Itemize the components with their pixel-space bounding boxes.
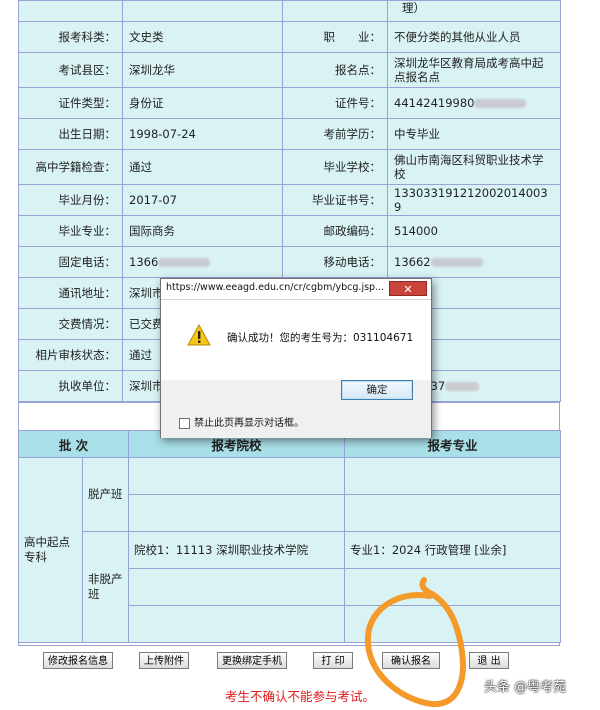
suppress-label: 禁止此页再显示对话框。 (194, 418, 304, 429)
suppress-dialogs-option[interactable]: 禁止此页再显示对话框。 (179, 414, 304, 429)
suppress-checkbox[interactable] (179, 417, 190, 429)
ok-button[interactable]: 确定 (341, 380, 413, 400)
dialog-url: https://www.eeagd.edu.cn/cr/cgbm/ybcg.js… (166, 282, 385, 293)
warning-icon (187, 323, 211, 346)
watermark-text: 头条 @粤考苑 (484, 680, 567, 695)
dialog-message: 确认成功！您的考生号为：031104671 (227, 332, 414, 344)
dialog-titlebar: https://www.eeagd.edu.cn/cr/cgbm/ybcg.js… (161, 279, 431, 300)
confirmation-dialog: https://www.eeagd.edu.cn/cr/cgbm/ybcg.js… (160, 278, 432, 438)
close-icon[interactable]: ✕ (389, 281, 427, 296)
